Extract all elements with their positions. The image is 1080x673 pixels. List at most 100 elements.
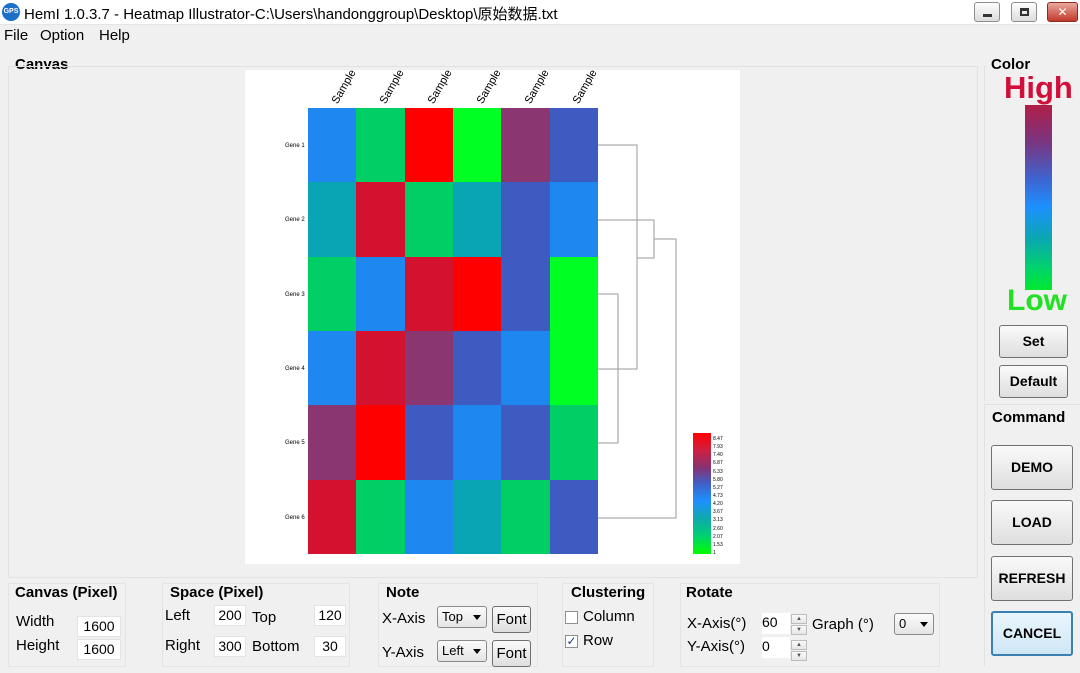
heatmap-cell — [356, 331, 406, 406]
legend-tick-label: 5.80 — [713, 476, 723, 483]
column-checkbox[interactable] — [565, 611, 578, 624]
x-axis-spin-up[interactable]: ▲ — [791, 614, 807, 624]
color-gradient-bar[interactable] — [1025, 105, 1052, 290]
row-label: Gene 2 — [285, 217, 305, 223]
menu-help[interactable]: Help — [99, 27, 130, 44]
y-axis-font-button[interactable]: Font — [492, 640, 531, 667]
heatmap-cell — [501, 256, 551, 332]
x-axis-font-button[interactable]: Font — [492, 606, 531, 633]
y-axis-spin-down[interactable]: ▼ — [791, 651, 807, 661]
dendrogram-branch — [598, 219, 655, 259]
row-checkbox-label: Row — [583, 632, 614, 649]
heatmap-cell — [549, 405, 599, 481]
row-label: Gene 3 — [285, 292, 305, 298]
right-input[interactable]: 300 — [214, 636, 246, 657]
legend-tick-label: 7.93 — [713, 444, 723, 451]
legend-tick-label: 2.60 — [713, 525, 723, 532]
heatmap-grid — [308, 108, 599, 555]
top-label: Top — [252, 609, 277, 626]
close-icon: ✕ — [1057, 5, 1068, 19]
heatmap-cell — [308, 479, 357, 555]
row-dendrogram — [598, 144, 677, 519]
menu-bar: File Option Help — [0, 25, 1080, 46]
heatmap-cell — [453, 256, 502, 332]
bottom-input[interactable]: 30 — [314, 636, 346, 657]
heatmap-cell — [308, 405, 357, 481]
cancel-button[interactable]: CANCEL — [991, 611, 1073, 656]
x-axis-spin-down[interactable]: ▼ — [791, 625, 807, 635]
heatmap-cell — [356, 182, 406, 258]
legend-tick-label: 5.27 — [713, 484, 723, 491]
graph-rotate-label: Graph (°) — [812, 616, 874, 633]
heatmap-cell — [404, 405, 454, 481]
left-label: Left — [165, 607, 191, 624]
note-title: Note — [386, 584, 420, 601]
rotate-title: Rotate — [686, 584, 733, 601]
load-button[interactable]: LOAD — [991, 500, 1073, 545]
width-label: Width — [16, 613, 55, 630]
menu-option[interactable]: Option — [40, 27, 84, 44]
row-label: Gene 4 — [285, 366, 305, 372]
title-bar: GPS HemI 1.0.3.7 - Heatmap Illustrator-C… — [0, 0, 1080, 25]
y-axis-position-value: Left — [442, 643, 464, 658]
x-axis-rotate-label: X-Axis(°) — [687, 615, 747, 632]
heatmap-cell — [404, 182, 454, 258]
heatmap-cell — [501, 331, 551, 406]
legend-tick-label: 7.40 — [713, 452, 723, 459]
graph-rotate-select[interactable]: 0 — [894, 613, 934, 635]
checkmark-icon: ✓ — [566, 634, 577, 648]
x-axis-position-select[interactable]: Top — [437, 606, 487, 628]
heatmap-cell — [549, 331, 599, 406]
canvas-pixel-title: Canvas (Pixel) — [15, 584, 118, 601]
heatmap-cell — [404, 331, 454, 406]
heatmap-cell — [308, 256, 357, 332]
y-axis-rotate-input[interactable]: 0 — [762, 637, 790, 658]
heatmap-cell — [453, 182, 502, 258]
heatmap-cell — [404, 108, 454, 183]
y-axis-position-select[interactable]: Left — [437, 640, 487, 662]
legend-tick-label: 1.53 — [713, 541, 723, 548]
close-button[interactable]: ✕ — [1047, 2, 1078, 22]
left-input[interactable]: 200 — [214, 605, 246, 626]
heatmap-cell — [549, 182, 599, 258]
y-axis-spin-up[interactable]: ▲ — [791, 640, 807, 650]
heatmap-cell — [308, 182, 357, 258]
refresh-button[interactable]: REFRESH — [991, 556, 1073, 601]
heatmap-cell — [453, 331, 502, 406]
clustering-title: Clustering — [571, 584, 646, 601]
x-axis-position-value: Top — [442, 609, 463, 624]
legend-tick-label: 4.20 — [713, 501, 723, 508]
maximize-button[interactable] — [1011, 2, 1037, 22]
heatmap-cell — [308, 331, 357, 406]
heatmap-cell — [549, 479, 599, 555]
heatmap-cell — [404, 256, 454, 332]
bottom-label: Bottom — [252, 638, 300, 655]
width-input[interactable]: 1600 — [77, 616, 121, 637]
dropdown-arrow-icon — [473, 649, 481, 654]
y-axis-rotate-label: Y-Axis(°) — [687, 638, 745, 655]
row-label: Gene 1 — [285, 143, 305, 149]
app-logo-icon: GPS — [2, 3, 20, 21]
dropdown-arrow-icon — [473, 615, 481, 620]
height-input[interactable]: 1600 — [77, 639, 121, 660]
space-pixel-title: Space (Pixel) — [170, 584, 264, 601]
heatmap-cell — [453, 479, 502, 555]
demo-button[interactable]: DEMO — [991, 445, 1073, 490]
heatmap-cell — [356, 108, 406, 183]
heatmap-cell — [356, 256, 406, 332]
top-input[interactable]: 120 — [314, 605, 346, 626]
legend-tick-label: 1 — [713, 550, 716, 556]
row-label: Gene 6 — [285, 515, 305, 521]
set-button[interactable]: Set — [999, 325, 1068, 358]
y-axis-note-label: Y-Axis — [382, 644, 424, 661]
heatmap-cell — [501, 108, 551, 183]
x-axis-rotate-input[interactable]: 60 — [762, 613, 790, 634]
minimize-button[interactable] — [974, 2, 1000, 22]
default-button[interactable]: Default — [999, 365, 1068, 398]
value-legend-bar — [693, 433, 711, 554]
heatmap-cell — [501, 182, 551, 258]
menu-file[interactable]: File — [4, 27, 28, 44]
graph-rotate-value: 0 — [899, 616, 907, 631]
color-low-label: Low — [1007, 284, 1067, 317]
row-checkbox[interactable]: ✓ — [565, 635, 578, 648]
